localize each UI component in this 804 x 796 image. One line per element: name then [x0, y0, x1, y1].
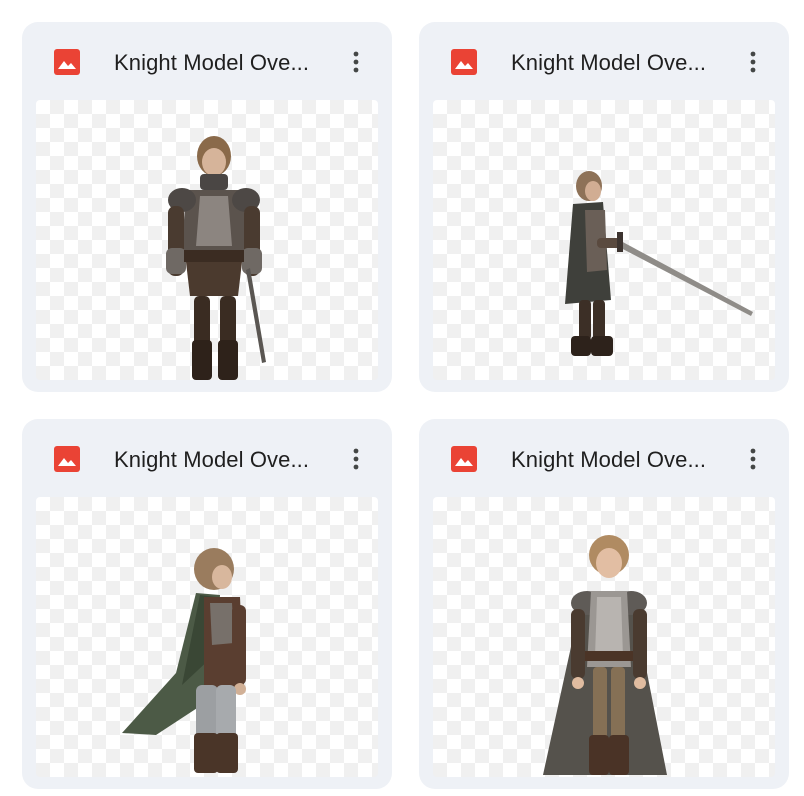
more-vert-icon[interactable]	[737, 443, 769, 475]
knight-front-smiling-cape-image	[543, 535, 667, 775]
file-title[interactable]: Knight Model Ove...	[511, 445, 731, 475]
file-title[interactable]: Knight Model Ove...	[114, 48, 334, 78]
file-card-header[interactable]: Knight Model Ove...	[22, 419, 392, 497]
file-thumbnail[interactable]	[36, 497, 378, 777]
file-card[interactable]: Knight Model Ove...	[22, 22, 392, 392]
file-thumbnail[interactable]	[36, 100, 378, 380]
more-vert-icon[interactable]	[737, 46, 769, 78]
file-thumbnail[interactable]	[433, 100, 775, 380]
file-card[interactable]: Knight Model Ove...	[22, 419, 392, 789]
file-card-header[interactable]: Knight Model Ove...	[419, 419, 789, 497]
knight-side-view-sword-image	[565, 171, 753, 356]
knight-front-view-image	[166, 136, 266, 380]
image-file-icon	[451, 446, 477, 472]
knight-back-three-quarter-cape-image	[122, 548, 246, 773]
more-vert-icon[interactable]	[340, 443, 372, 475]
image-file-icon	[54, 49, 80, 75]
file-card-header[interactable]: Knight Model Ove...	[419, 22, 789, 100]
file-title[interactable]: Knight Model Ove...	[511, 48, 731, 78]
more-vert-icon[interactable]	[340, 46, 372, 78]
file-thumbnail[interactable]	[433, 497, 775, 777]
image-file-icon	[54, 446, 80, 472]
file-card-header[interactable]: Knight Model Ove...	[22, 22, 392, 100]
file-card[interactable]: Knight Model Ove...	[419, 419, 789, 789]
file-grid: Knight Model Ove... Knight Model Ove... …	[0, 0, 804, 796]
image-file-icon	[451, 49, 477, 75]
file-card[interactable]: Knight Model Ove...	[419, 22, 789, 392]
file-title[interactable]: Knight Model Ove...	[114, 445, 334, 475]
